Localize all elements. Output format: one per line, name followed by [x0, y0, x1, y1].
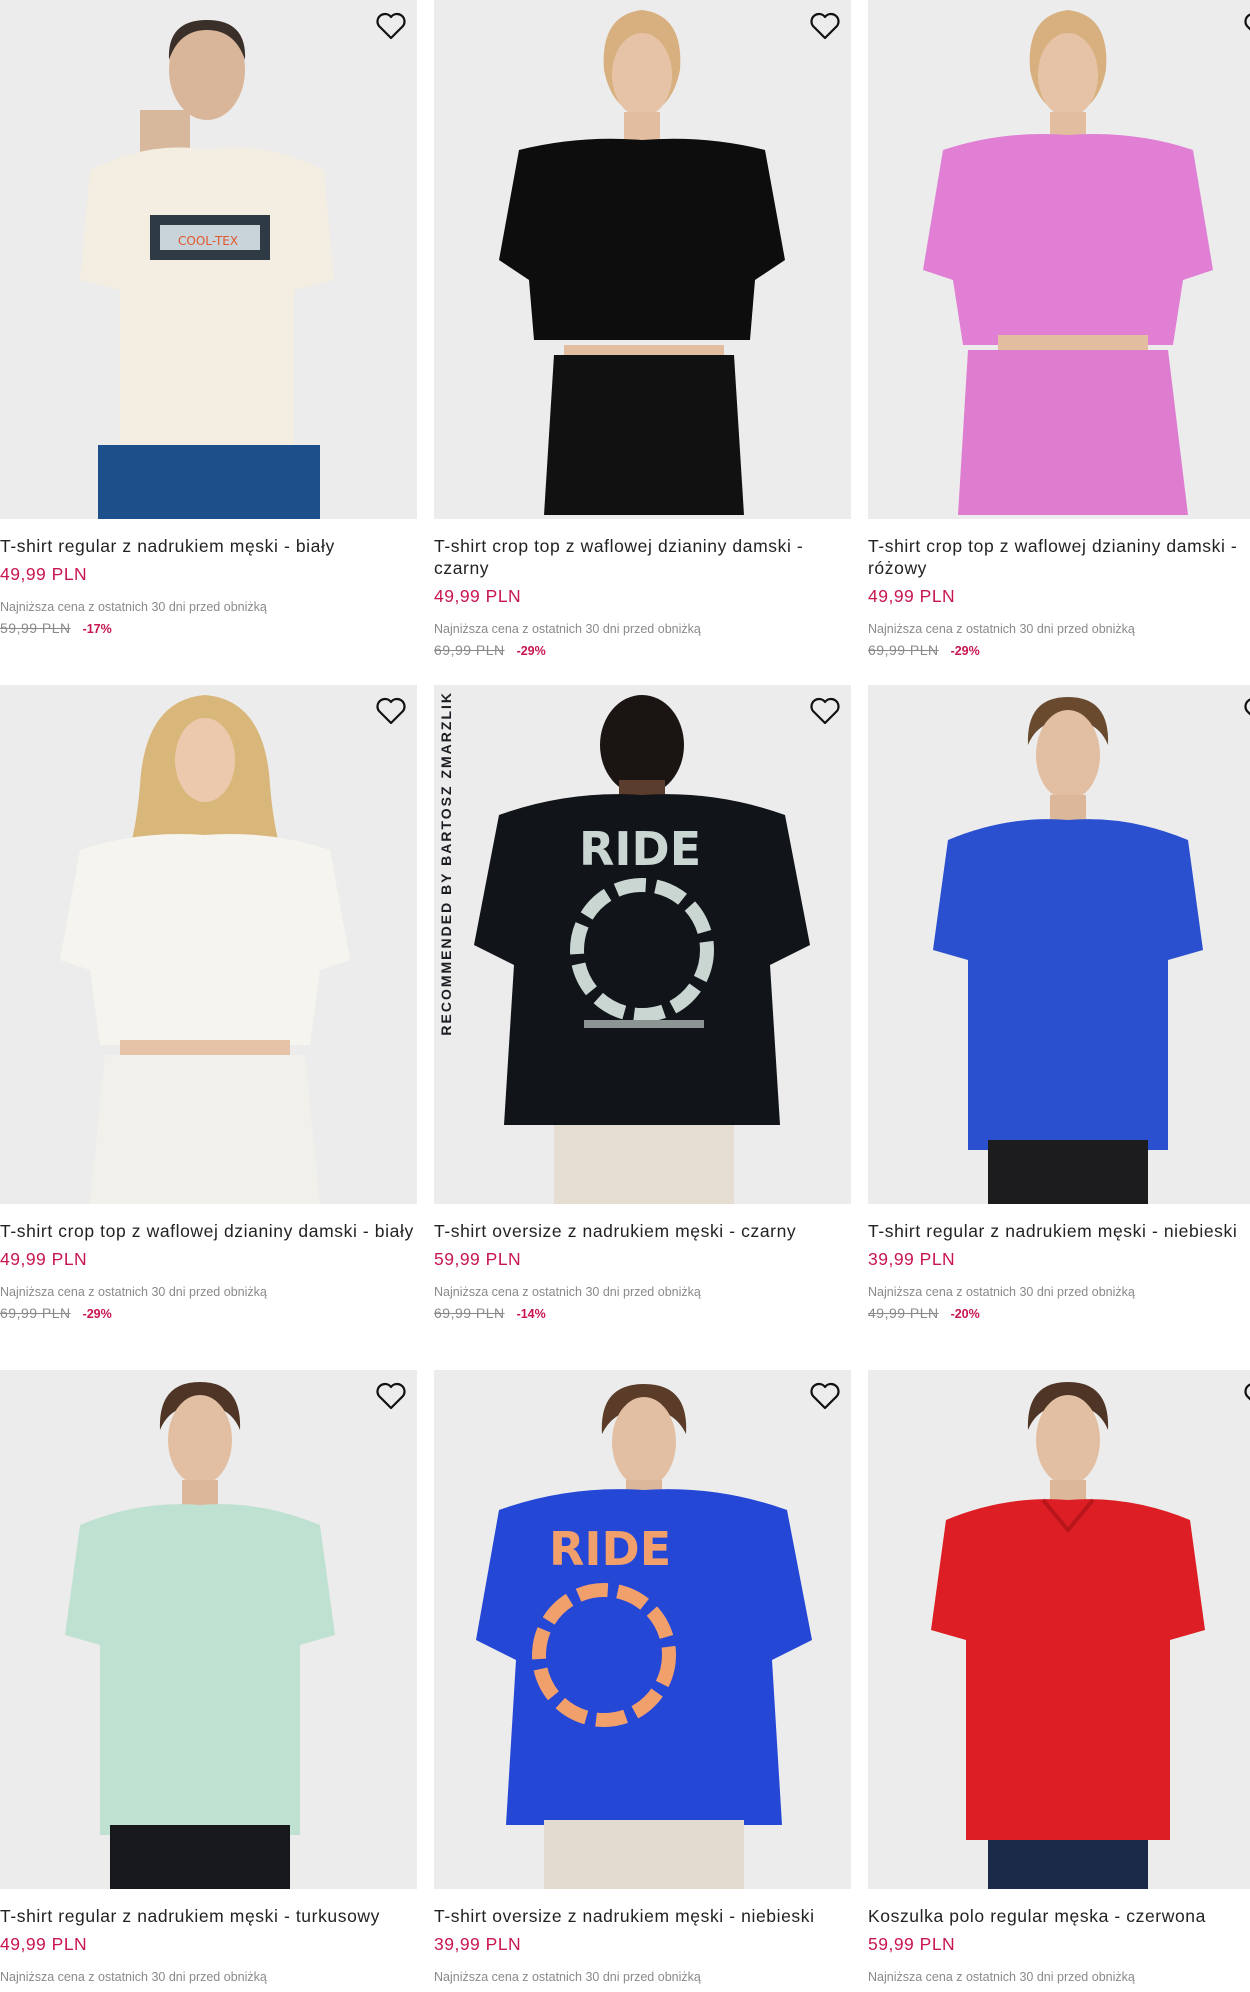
product-card[interactable]: RIDE T-shirt oversize z nadrukiem męski … — [434, 1370, 851, 1984]
wishlist-heart-icon[interactable] — [1241, 693, 1250, 729]
product-price: 39,99 PLN — [434, 1934, 522, 1954]
old-price-row: 69,99 PLN -29% — [434, 642, 851, 658]
product-image[interactable]: RIDE RECOMMENDED BY BARTOSZ ZMARZLIK — [434, 685, 851, 1204]
discount-badge: -29% — [82, 1307, 112, 1321]
product-image[interactable] — [0, 685, 417, 1204]
product-image[interactable]: RIDE — [434, 1370, 851, 1889]
product-photo: COOL-TEX — [0, 0, 417, 519]
wishlist-heart-icon[interactable] — [807, 693, 843, 729]
product-card[interactable]: T-shirt crop top z waflowej dzianiny dam… — [0, 685, 417, 1321]
lowest-price-note: Najniższa cena z ostatnich 30 dni przed … — [868, 1285, 1135, 1299]
product-price: 49,99 PLN — [0, 1934, 88, 1954]
product-name[interactable]: T-shirt crop top z waflowej dzianiny dam… — [868, 535, 1250, 579]
lowest-price-note: Najniższa cena z ostatnich 30 dni przed … — [434, 1285, 701, 1299]
old-price-row: 69,99 PLN -29% — [0, 1305, 417, 1321]
old-price-row: 59,99 PLN -17% — [0, 620, 417, 636]
product-card[interactable]: COOL-TEX T-shirt regular z nadrukiem męs… — [0, 0, 417, 636]
product-name[interactable]: T-shirt regular z nadrukiem męski - nieb… — [868, 1220, 1250, 1242]
wishlist-heart-icon[interactable] — [1241, 1378, 1250, 1414]
product-photo — [868, 685, 1250, 1204]
product-price: 49,99 PLN — [868, 586, 956, 606]
product-card[interactable]: T-shirt regular z nadrukiem męski - nieb… — [868, 685, 1250, 1321]
product-photo — [868, 1370, 1250, 1889]
product-card[interactable]: T-shirt crop top z waflowej dzianiny dam… — [868, 0, 1250, 658]
lowest-price-note: Najniższa cena z ostatnich 30 dni przed … — [434, 1970, 701, 1984]
discount-badge: -14% — [516, 1307, 546, 1321]
product-photo: RIDE — [434, 685, 851, 1204]
product-name[interactable]: T-shirt regular z nadrukiem męski - turk… — [0, 1905, 417, 1927]
wishlist-heart-icon[interactable] — [373, 1378, 409, 1414]
old-price: 69,99 PLN — [0, 1305, 71, 1321]
product-name[interactable]: T-shirt crop top z waflowej dzianiny dam… — [0, 1220, 417, 1242]
lowest-price-note: Najniższa cena z ostatnich 30 dni przed … — [0, 1285, 267, 1299]
product-card[interactable]: T-shirt regular z nadrukiem męski - turk… — [0, 1370, 417, 1984]
wishlist-heart-icon[interactable] — [807, 8, 843, 44]
product-image[interactable] — [434, 0, 851, 519]
svg-text:COOL-TEX: COOL-TEX — [178, 234, 238, 248]
old-price-row: 69,99 PLN -14% — [434, 1305, 851, 1321]
product-price: 39,99 PLN — [868, 1249, 956, 1269]
product-image[interactable] — [0, 1370, 417, 1889]
product-image[interactable] — [868, 0, 1250, 519]
old-price: 69,99 PLN — [868, 642, 939, 658]
lowest-price-note: Najniższa cena z ostatnich 30 dni przed … — [434, 622, 701, 636]
discount-badge: -20% — [950, 1307, 980, 1321]
lowest-price-note: Najniższa cena z ostatnich 30 dni przed … — [868, 1970, 1135, 1984]
product-photo — [0, 685, 417, 1204]
product-photo: RIDE — [434, 1370, 851, 1889]
product-price: 49,99 PLN — [434, 586, 522, 606]
wishlist-heart-icon[interactable] — [1241, 8, 1250, 44]
old-price: 69,99 PLN — [434, 642, 505, 658]
product-price: 49,99 PLN — [0, 1249, 88, 1269]
old-price-row: 69,99 PLN -29% — [868, 642, 1250, 658]
product-name[interactable]: T-shirt oversize z nadrukiem męski - cza… — [434, 1220, 851, 1242]
product-photo — [434, 0, 851, 519]
product-image[interactable] — [868, 685, 1250, 1204]
wishlist-heart-icon[interactable] — [373, 8, 409, 44]
product-price: 59,99 PLN — [434, 1249, 522, 1269]
recommended-badge: RECOMMENDED BY BARTOSZ ZMARZLIK — [438, 691, 454, 1036]
wishlist-heart-icon[interactable] — [373, 693, 409, 729]
product-grid: COOL-TEX T-shirt regular z nadrukiem męs… — [0, 0, 1250, 1992]
product-price: 49,99 PLN — [0, 564, 88, 584]
discount-badge: -17% — [82, 622, 112, 636]
product-name[interactable]: Koszulka polo regular męska - czerwona — [868, 1905, 1250, 1927]
old-price: 69,99 PLN — [434, 1305, 505, 1321]
lowest-price-note: Najniższa cena z ostatnich 30 dni przed … — [0, 1970, 267, 1984]
discount-badge: -29% — [516, 644, 546, 658]
old-price: 59,99 PLN — [0, 620, 71, 636]
lowest-price-note: Najniższa cena z ostatnich 30 dni przed … — [868, 622, 1135, 636]
product-name[interactable]: T-shirt regular z nadrukiem męski - biał… — [0, 535, 417, 557]
svg-text:RIDE: RIDE — [549, 1522, 671, 1576]
lowest-price-note: Najniższa cena z ostatnich 30 dni przed … — [0, 600, 267, 614]
wishlist-heart-icon[interactable] — [807, 1378, 843, 1414]
product-card[interactable]: T-shirt crop top z waflowej dzianiny dam… — [434, 0, 851, 658]
product-photo — [0, 1370, 417, 1889]
product-image[interactable]: COOL-TEX — [0, 0, 417, 519]
product-card[interactable]: RIDE RECOMMENDED BY BARTOSZ ZMARZLIK T-s… — [434, 685, 851, 1321]
product-photo — [868, 0, 1250, 519]
svg-text:RIDE: RIDE — [579, 822, 701, 876]
discount-badge: -29% — [950, 644, 980, 658]
old-price-row: 49,99 PLN -20% — [868, 1305, 1250, 1321]
product-name[interactable]: T-shirt oversize z nadrukiem męski - nie… — [434, 1905, 851, 1927]
product-price: 59,99 PLN — [868, 1934, 956, 1954]
product-card[interactable]: Koszulka polo regular męska - czerwona 5… — [868, 1370, 1250, 1984]
product-name[interactable]: T-shirt crop top z waflowej dzianiny dam… — [434, 535, 851, 579]
product-image[interactable] — [868, 1370, 1250, 1889]
old-price: 49,99 PLN — [868, 1305, 939, 1321]
